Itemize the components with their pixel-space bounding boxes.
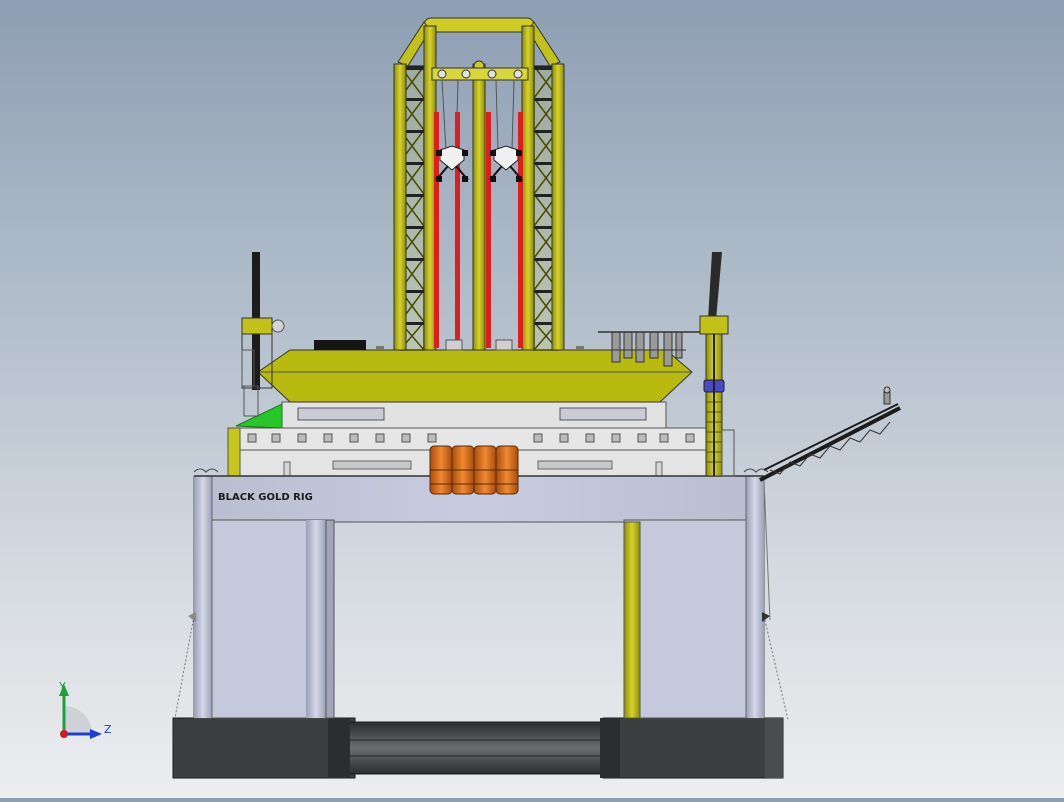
z-axis-label: Z	[104, 723, 112, 736]
column-right	[623, 519, 765, 719]
derrick	[393, 17, 565, 351]
axis-triad[interactable]: Y Z	[50, 676, 130, 746]
lifeboats	[429, 445, 519, 495]
hull: BLACK GOLD RIG	[174, 475, 789, 721]
yellow-pipe-column	[623, 521, 641, 719]
riser-right	[518, 112, 523, 348]
flare-boom	[759, 386, 901, 482]
rig-model: BLACK GOLD RIG	[172, 17, 901, 779]
pontoon-right	[602, 717, 784, 779]
helideck-green	[235, 403, 283, 429]
left-crane	[241, 252, 285, 417]
hull-name-label: BLACK GOLD RIG	[218, 492, 313, 503]
pontoons	[172, 717, 784, 779]
pontoon-left	[172, 717, 356, 779]
pontoon-brace	[344, 721, 611, 775]
y-axis-label: Y	[58, 680, 66, 693]
x-axis-origin	[60, 730, 68, 738]
cad-viewport[interactable]: BLACK GOLD RIG Y Z	[0, 0, 1064, 798]
riser-left	[434, 112, 439, 348]
